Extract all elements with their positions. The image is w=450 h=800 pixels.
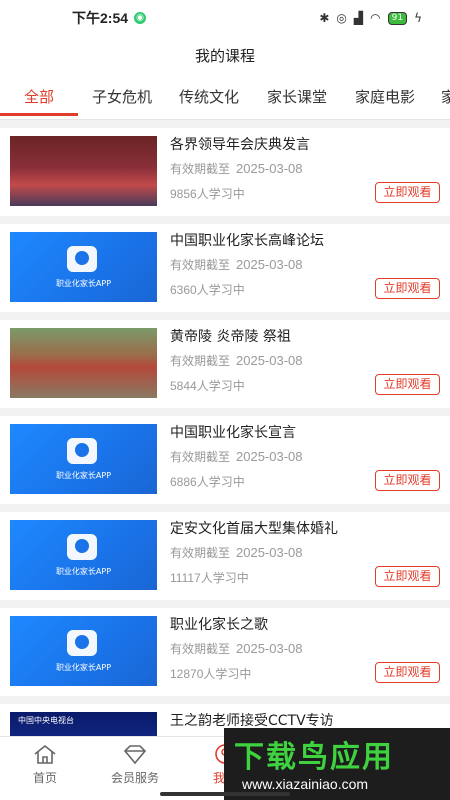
course-expiry: 有效期截至 2025-03-08 [170, 641, 303, 656]
nav-member-label: 会员服务 [110, 771, 159, 785]
course-thumbnail: 职业化家长APP [10, 424, 157, 494]
course-learners: 11117人学习中 [170, 571, 249, 585]
course-expiry: 有效期截至 2025-03-08 [170, 449, 303, 464]
app-logo-icon [67, 534, 97, 560]
app-logo-icon [67, 630, 97, 656]
bluetooth-icon: ✱ [319, 11, 330, 25]
tab-more[interactable]: 家 [441, 74, 450, 119]
course-learners: 6886人学习中 [170, 475, 245, 489]
watch-now-button[interactable]: 立即观看 [375, 374, 440, 395]
course-expiry: 有效期截至 2025-03-08 [170, 257, 303, 272]
battery-icon: 91 [387, 11, 408, 25]
course-expiry: 有效期截至 2025-03-08 [170, 161, 303, 176]
home-indicator[interactable] [160, 792, 290, 796]
course-title: 中国职业化家长高峰论坛 [170, 233, 324, 249]
status-icons: ✱ ◎ ▟ ◠ 91 ϟ [319, 11, 422, 25]
course-thumbnail: 职业化家长APP [10, 616, 157, 686]
signal-icon: ▟ [353, 11, 364, 25]
nav-member-service[interactable]: 会员服务 [90, 743, 180, 786]
course-expiry: 有效期截至 2025-03-08 [170, 353, 303, 368]
charging-icon: ϟ [414, 11, 422, 25]
watch-now-button[interactable]: 立即观看 [375, 182, 440, 203]
course-title: 定安文化首届大型集体婚礼 [170, 521, 338, 537]
course-card[interactable]: 职业化家长APP 定安文化首届大型集体婚礼 有效期截至 2025-03-08 11… [0, 512, 450, 600]
wechat-notification-icon: ◉ [134, 12, 147, 24]
course-title: 王之韵老师接受CCTV专访 [170, 713, 334, 729]
course-title: 黄帝陵 炎帝陵 祭祖 [170, 329, 291, 345]
wifi-icon: ◠ [370, 11, 381, 25]
tab-children-crisis[interactable]: 子女危机 [92, 74, 152, 119]
watch-now-button[interactable]: 立即观看 [375, 278, 440, 299]
watermark-logo: 下载鸟应用 www.xiazainiao.com [224, 728, 450, 800]
course-title: 中国职业化家长宣言 [170, 425, 296, 441]
app-logo-icon [67, 438, 97, 464]
vibrate-icon: ◎ [336, 11, 347, 25]
status-time: 下午2:54 [72, 10, 129, 26]
watermark-url: www.xiazainiao.com [242, 776, 369, 792]
course-card[interactable]: 黄帝陵 炎帝陵 祭祖 有效期截至 2025-03-08 5844人学习中 立即观看 [0, 320, 450, 408]
course-thumbnail: 职业化家长APP [10, 520, 157, 590]
course-card[interactable]: 职业化家长APP 职业化家长之歌 有效期截至 2025-03-08 12870人学… [0, 608, 450, 696]
course-card[interactable]: 职业化家长APP 中国职业化家长宣言 有效期截至 2025-03-08 6886人… [0, 416, 450, 504]
watch-now-button[interactable]: 立即观看 [375, 470, 440, 491]
course-learners: 12870人学习中 [170, 667, 252, 681]
tab-family-movie[interactable]: 家庭电影 [355, 74, 415, 119]
course-learners: 6360人学习中 [170, 283, 245, 297]
tab-parent-class[interactable]: 家长课堂 [267, 74, 327, 119]
home-icon [34, 744, 56, 764]
status-bar: 下午2:54 ◉ ✱ ◎ ▟ ◠ 91 ϟ [0, 0, 450, 36]
course-expiry: 有效期截至 2025-03-08 [170, 545, 303, 560]
watermark-title: 下载鸟应用 [234, 740, 394, 775]
course-card[interactable]: 各界领导年会庆典发言 有效期截至 2025-03-08 9856人学习中 立即观看 [0, 128, 450, 216]
course-thumbnail [10, 136, 157, 206]
course-thumbnail [10, 328, 157, 398]
page-title: 我的课程 [194, 46, 255, 65]
course-learners: 5844人学习中 [170, 379, 245, 393]
tab-active-indicator [0, 113, 78, 116]
course-title: 职业化家长之歌 [170, 617, 268, 633]
watch-now-button[interactable]: 立即观看 [375, 566, 440, 587]
page-header: 我的课程 [0, 36, 450, 74]
nav-home[interactable]: 首页 [0, 743, 90, 786]
course-learners: 9856人学习中 [170, 187, 245, 201]
course-card[interactable]: 职业化家长APP 中国职业化家长高峰论坛 有效期截至 2025-03-08 636… [0, 224, 450, 312]
tab-traditional-culture[interactable]: 传统文化 [179, 74, 239, 119]
diamond-icon [123, 745, 147, 765]
course-thumbnail: 职业化家长APP [10, 232, 157, 302]
nav-home-label: 首页 [32, 771, 57, 785]
watch-now-button[interactable]: 立即观看 [375, 662, 440, 683]
app-logo-icon [67, 246, 97, 272]
course-title: 各界领导年会庆典发言 [170, 137, 310, 153]
